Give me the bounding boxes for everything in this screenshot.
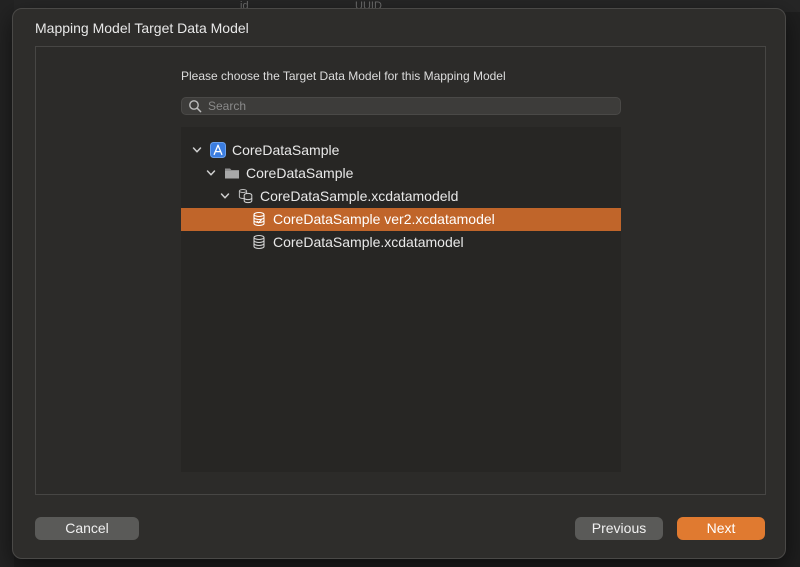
data-model-icon <box>253 211 265 227</box>
tree-item-label: CoreDataSample.xcdatamodeld <box>260 188 459 204</box>
tree-item-label: CoreDataSample ver2.xcdatamodel <box>273 211 495 227</box>
folder-icon <box>225 168 239 179</box>
instruction-text: Please choose the Target Data Model for … <box>181 69 506 83</box>
tree-item-label: CoreDataSample <box>246 165 354 181</box>
tree-row-project[interactable]: CoreDataSample <box>181 139 621 162</box>
tree-item-label: CoreDataSample.xcdatamodel <box>273 234 464 250</box>
previous-button[interactable]: Previous <box>575 517 663 540</box>
chevron-down-icon[interactable] <box>205 167 217 179</box>
tree-row-model-ver2[interactable]: CoreDataSample ver2.xcdatamodel <box>181 208 621 231</box>
tree-row-versioned-model[interactable]: CoreDataSample.xcdatamodeld <box>181 185 621 208</box>
data-model-tree: CoreDataSample CoreDataSample CoreDataSa… <box>181 127 621 472</box>
chevron-down-icon[interactable] <box>219 190 231 202</box>
search-icon <box>189 100 202 113</box>
cancel-button[interactable]: Cancel <box>35 517 139 540</box>
versioned-data-model-icon <box>238 189 253 204</box>
next-button[interactable]: Next <box>677 517 765 540</box>
search-field[interactable] <box>181 97 621 115</box>
chevron-down-icon[interactable] <box>191 144 203 156</box>
tree-item-label: CoreDataSample <box>232 142 340 158</box>
app-project-icon <box>210 142 226 158</box>
content-panel: Please choose the Target Data Model for … <box>35 46 766 495</box>
search-input[interactable] <box>208 98 608 114</box>
mapping-model-sheet: Mapping Model Target Data Model Please c… <box>12 8 786 559</box>
tree-row-model-base[interactable]: CoreDataSample.xcdatamodel <box>181 231 621 254</box>
tree-row-folder[interactable]: CoreDataSample <box>181 162 621 185</box>
sheet-title: Mapping Model Target Data Model <box>35 20 249 36</box>
data-model-icon <box>253 234 265 250</box>
